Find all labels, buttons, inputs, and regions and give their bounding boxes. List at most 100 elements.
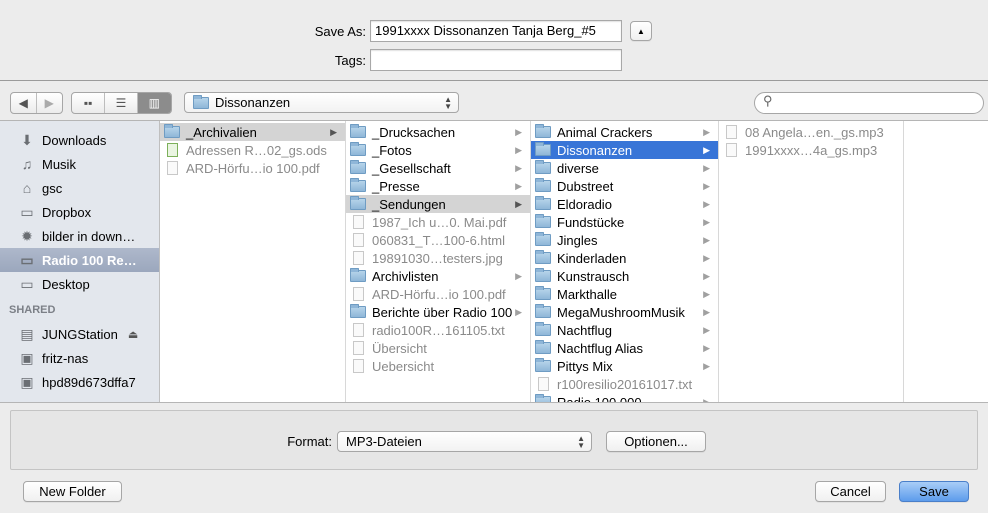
folder-icon <box>350 304 366 318</box>
sidebar-item[interactable]: ▭ Dropbox <box>0 200 159 224</box>
folder-row[interactable]: Radio 100 000 ▶ <box>531 393 718 402</box>
sidebar-item-label: Desktop <box>42 276 90 292</box>
cancel-button[interactable]: Cancel <box>815 481 886 502</box>
folder-row[interactable]: MegaMushroomMusik ▶ <box>531 303 718 321</box>
item-name: _Gesellschaft <box>372 160 451 176</box>
folder-row[interactable]: Archivlisten ▶ <box>346 267 530 285</box>
save-button[interactable]: Save <box>899 481 969 502</box>
folder-icon: ▭ <box>20 203 34 220</box>
folder-row[interactable]: _Sendungen ▶ <box>346 195 530 213</box>
icon-view-icon[interactable]: ▪▪ <box>72 93 106 113</box>
sidebar-item-label: JUNGStation <box>42 326 118 342</box>
folder-row[interactable]: _Drucksachen ▶ <box>346 123 530 141</box>
sidebar-item[interactable]: ✹ bilder in down… <box>0 224 159 248</box>
disclosure-arrow-icon: ▶ <box>330 126 337 137</box>
tags-field[interactable] <box>370 49 622 71</box>
disclosure-arrow-icon: ▶ <box>703 360 710 371</box>
item-name: 1991xxxx…4a_gs.mp3 <box>745 142 878 158</box>
view-mode-control[interactable]: ▪▪ ☰ ▥ <box>71 92 172 114</box>
folder-row[interactable]: Berichte über Radio 100 ▶ <box>346 303 530 321</box>
folder-row[interactable]: Markthalle ▶ <box>531 285 718 303</box>
format-value: MP3-Dateien <box>346 434 422 449</box>
forward-icon[interactable]: ▶ <box>37 93 62 113</box>
file-row[interactable]: 19891030…testers.jpg <box>346 249 530 267</box>
item-name: _Fotos <box>372 142 412 158</box>
sidebar-item-label: gsc <box>42 180 63 196</box>
folder-row[interactable]: Animal Crackers ▶ <box>531 123 718 141</box>
folder-row[interactable]: _Gesellschaft ▶ <box>346 159 530 177</box>
collapse-button[interactable]: ▲ <box>630 21 652 41</box>
folder-icon <box>535 340 551 354</box>
disclosure-arrow-icon: ▶ <box>703 252 710 263</box>
file-row[interactable]: r100resilio20161017.txt <box>531 375 718 393</box>
item-name: radio100R…161105.txt <box>372 322 505 338</box>
sidebar-item[interactable]: ♫ Musik <box>0 152 159 176</box>
folder-row[interactable]: Eldoradio ▶ <box>531 195 718 213</box>
file-row[interactable]: ARD-Hörfu…io 100.pdf <box>346 285 530 303</box>
list-view-icon[interactable]: ☰ <box>105 93 138 113</box>
sidebar-item[interactable]: ⬇ Downloads <box>0 128 159 152</box>
folder-row[interactable]: Dissonanzen ▶ <box>531 141 718 159</box>
sidebar-item[interactable]: ⌂ gsc <box>0 176 159 200</box>
document-icon <box>726 143 737 157</box>
document-icon <box>353 323 364 337</box>
folder-icon <box>350 196 366 210</box>
file-row[interactable]: 1987_Ich u…0. Mai.pdf <box>346 213 530 231</box>
sidebar-item[interactable]: ▭ Radio 100 Re… <box>0 248 159 272</box>
folder-icon <box>535 286 551 300</box>
column-4: 08 Angela…en._gs.mp3 1991xxxx…4a_gs.mp3 <box>719 121 904 402</box>
folder-row[interactable]: Jingles ▶ <box>531 231 718 249</box>
column-5 <box>904 121 988 402</box>
file-row[interactable]: 060831_T…100-6.html <box>346 231 530 249</box>
folder-row[interactable]: _Presse ▶ <box>346 177 530 195</box>
sidebar-item[interactable]: ▣ hpd89d673dffa7 <box>0 370 159 394</box>
item-name: Dissonanzen <box>557 142 633 158</box>
disclosure-arrow-icon: ▶ <box>703 126 710 137</box>
file-row[interactable]: 1991xxxx…4a_gs.mp3 <box>719 141 903 159</box>
item-name: r100resilio20161017.txt <box>557 376 693 392</box>
item-name: 1987_Ich u…0. Mai.pdf <box>372 214 507 230</box>
folder-row[interactable]: diverse ▶ <box>531 159 718 177</box>
back-forward-control[interactable]: ◀ ▶ <box>10 92 63 114</box>
file-row[interactable]: Adressen R…02_gs.ods <box>160 141 345 159</box>
folder-icon <box>535 268 551 282</box>
save-as-field[interactable]: 1991xxxx Dissonanzen Tanja Berg_#5 <box>370 20 622 42</box>
file-row[interactable]: Uebersicht <box>346 357 530 375</box>
folder-row[interactable]: Kinderladen ▶ <box>531 249 718 267</box>
file-row[interactable]: Übersicht <box>346 339 530 357</box>
search-field[interactable]: ⚲ <box>754 92 984 114</box>
folder-row[interactable]: Pittys Mix ▶ <box>531 357 718 375</box>
divider <box>0 402 988 403</box>
sidebar-item-label: Radio 100 Re… <box>42 252 137 268</box>
new-folder-button[interactable]: New Folder <box>23 481 122 502</box>
folder-row[interactable]: Dubstreet ▶ <box>531 177 718 195</box>
folder-row[interactable]: Nachtflug Alias ▶ <box>531 339 718 357</box>
item-name: Adressen R…02_gs.ods <box>186 142 327 158</box>
folder-row[interactable]: _Fotos ▶ <box>346 141 530 159</box>
server-icon: ▤ <box>20 325 34 342</box>
folder-icon <box>535 358 551 372</box>
column-view-icon[interactable]: ▥ <box>137 93 171 113</box>
folder-row[interactable]: Nachtflug ▶ <box>531 321 718 339</box>
sidebar-item[interactable]: ▣ fritz-nas <box>0 346 159 370</box>
item-name: Radio 100 000 <box>557 394 642 403</box>
file-row[interactable]: ARD-Hörfu…io 100.pdf <box>160 159 345 177</box>
folder-row[interactable]: Fundstücke ▶ <box>531 213 718 231</box>
item-name: Fundstücke <box>557 214 625 230</box>
display-icon: ▣ <box>20 349 34 366</box>
eject-icon[interactable]: ⏏ <box>128 328 138 341</box>
disclosure-arrow-icon: ▶ <box>703 180 710 191</box>
folder-row[interactable]: _Archivalien ▶ <box>160 123 345 141</box>
file-row[interactable]: 08 Angela…en._gs.mp3 <box>719 123 903 141</box>
format-popup[interactable]: MP3-Dateien ▲ ▼ <box>337 431 592 452</box>
folder-icon <box>535 250 551 264</box>
back-icon[interactable]: ◀ <box>11 93 37 113</box>
folder-row[interactable]: Kunstrausch ▶ <box>531 267 718 285</box>
location-popup[interactable]: Dissonanzen ▲ ▼ <box>184 92 459 113</box>
folder-icon <box>350 142 366 156</box>
sidebar-item[interactable]: ▤ JUNGStation ⏏ <box>0 322 159 346</box>
item-name: _Sendungen <box>372 196 446 212</box>
file-row[interactable]: radio100R…161105.txt <box>346 321 530 339</box>
options-button[interactable]: Optionen... <box>606 431 706 452</box>
sidebar-item[interactable]: ▭ Desktop <box>0 272 159 296</box>
